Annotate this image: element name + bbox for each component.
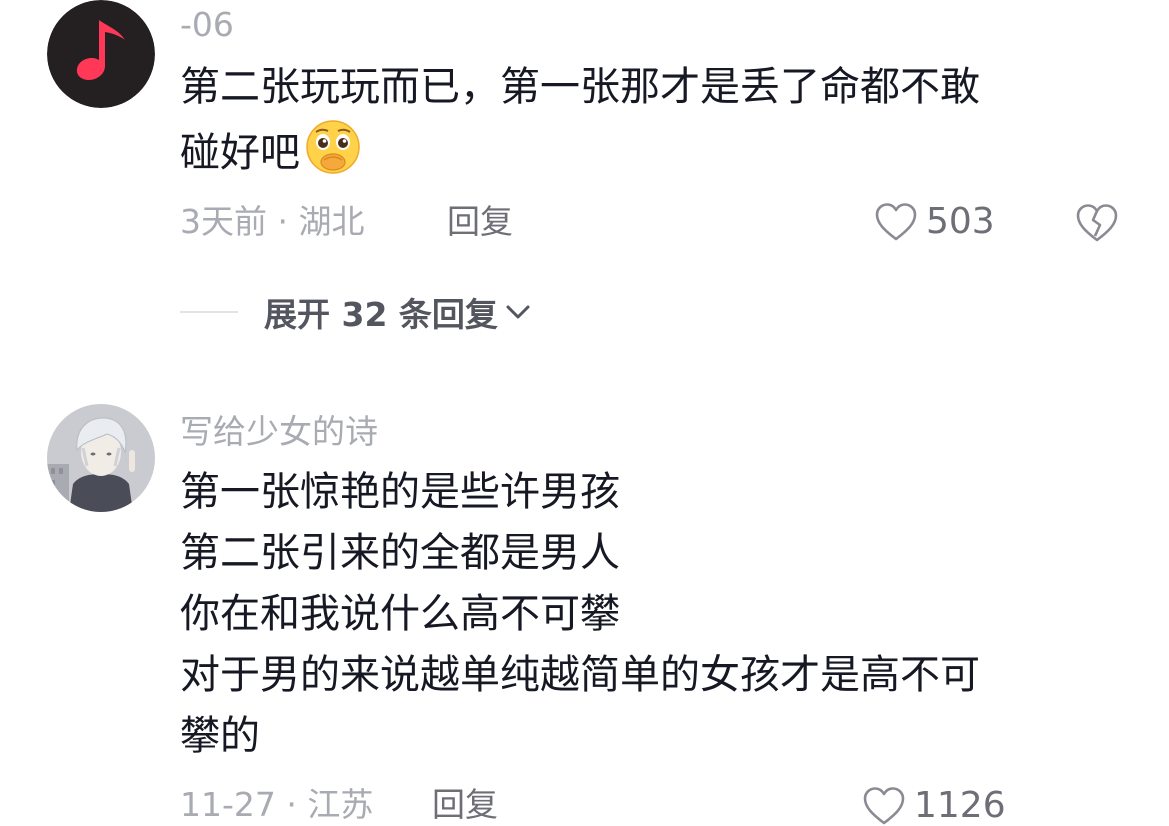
- comment-line: 第二张引来的全都是男人: [180, 530, 620, 576]
- like-button[interactable]: 503: [874, 202, 995, 242]
- comment-line: 第二张玩玩而已，第一张那才是丢了命都不敢: [180, 64, 980, 110]
- comment-line: 攀的: [180, 713, 260, 759]
- comment-time-location: 3天前 · 湖北: [180, 202, 365, 241]
- comment-line: 第一张惊艳的是些许男孩: [180, 469, 620, 515]
- comment-line-text: 碰好吧: [180, 130, 300, 176]
- heart-icon: [875, 203, 917, 241]
- broken-heart-icon[interactable]: [1075, 203, 1119, 243]
- comment-username[interactable]: 写给少女的诗: [180, 415, 378, 448]
- music-note-icon: [47, 0, 155, 108]
- comment-line: 你在和我说什么高不可攀: [180, 591, 620, 637]
- comment-line-with-emoji: 碰好吧: [180, 118, 1130, 184]
- like-count: 1126: [914, 785, 1006, 826]
- expand-replies-label: 展开 32 条回复: [264, 295, 498, 334]
- like-count: 503: [926, 201, 995, 242]
- expand-replies-button[interactable]: 展开 32 条回复: [180, 288, 532, 336]
- comment-text: 第二张玩玩而已，第一张那才是丢了命都不敢 碰好吧: [180, 57, 1130, 184]
- avatar-anime-character[interactable]: [47, 404, 155, 512]
- avatar-music-note[interactable]: [47, 0, 155, 108]
- divider-line: [180, 311, 238, 313]
- comment-username[interactable]: -06: [180, 8, 234, 41]
- like-button[interactable]: 1126: [862, 786, 1006, 826]
- comment-line: 对于男的来说越单纯越简单的女孩才是高不可: [180, 652, 980, 698]
- reply-button[interactable]: 回复: [447, 205, 513, 238]
- reply-button[interactable]: 回复: [432, 788, 498, 821]
- chevron-down-icon: [506, 305, 530, 319]
- heart-icon: [863, 787, 905, 825]
- crying-pleading-emoji-icon: [306, 120, 360, 174]
- comment-time-location: 11-27 · 江苏: [180, 785, 374, 824]
- comment-text: 第一张惊艳的是些许男孩 第二张引来的全都是男人 你在和我说什么高不可攀 对于男的…: [180, 462, 1130, 767]
- anime-avatar-icon: [47, 404, 155, 512]
